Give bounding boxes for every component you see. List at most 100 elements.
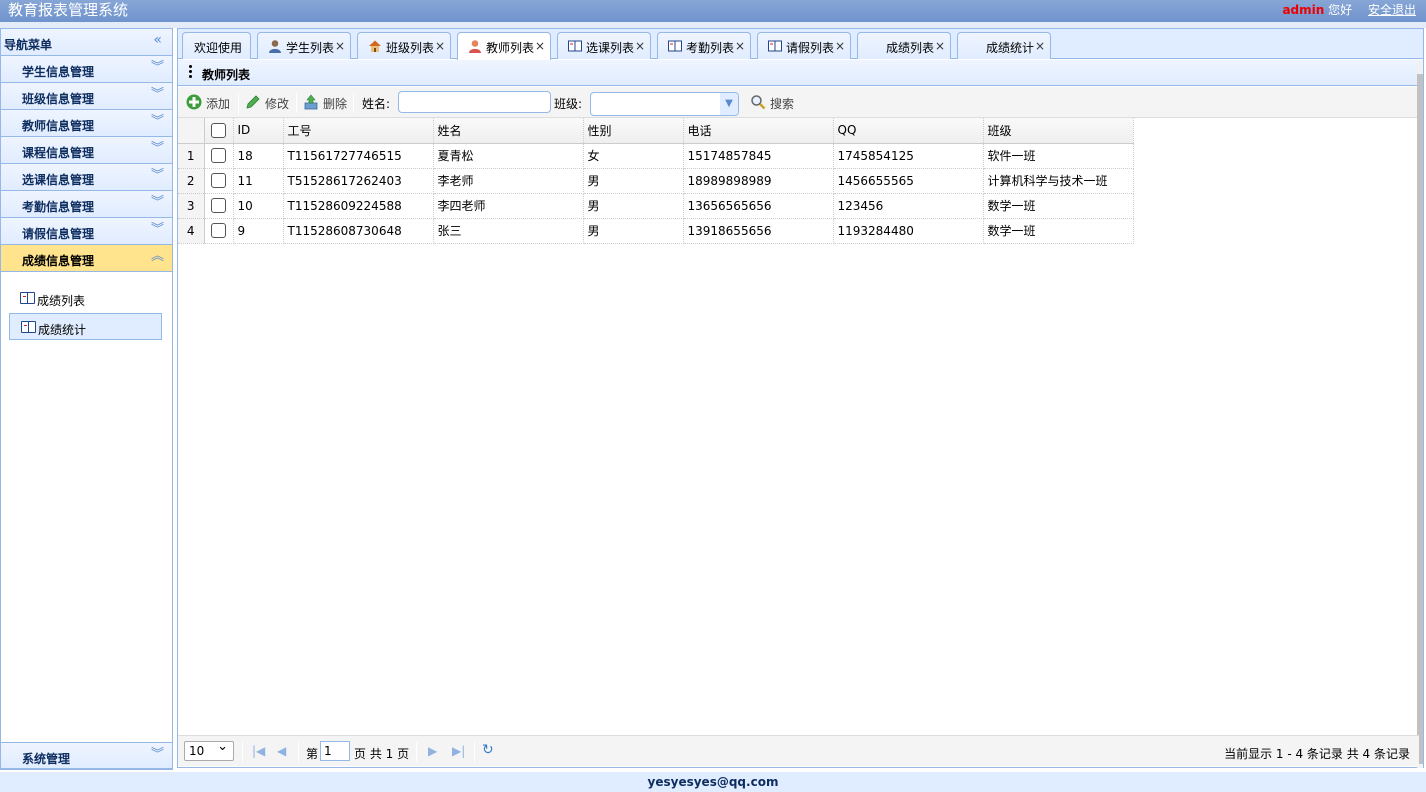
column-header-qq[interactable]: QQ: [833, 118, 984, 144]
close-icon[interactable]: ×: [535, 39, 545, 53]
row-checkbox[interactable]: [211, 198, 226, 213]
tab-label: 学生列表: [286, 41, 335, 55]
cell-name: 夏青松: [433, 143, 584, 169]
tab-label: 成绩列表: [886, 41, 935, 55]
close-icon[interactable]: ×: [435, 39, 445, 53]
cell-phone: 13656565656: [683, 193, 834, 219]
main-area: 欢迎使用 学生列表 × 班级列表 × 教师列表 × 选课列表 × 考勤列表 ×: [177, 28, 1424, 768]
tab-teacher-list[interactable]: 教师列表 ×: [457, 32, 551, 60]
column-header-phone[interactable]: 电话: [683, 118, 834, 144]
next-page-icon[interactable]: ▶: [428, 744, 437, 758]
tab-welcome[interactable]: 欢迎使用: [182, 32, 251, 59]
close-icon[interactable]: ×: [835, 39, 845, 53]
cell-qq: 1456655565: [833, 168, 984, 194]
tab-score-stats[interactable]: 成绩统计 ×: [957, 32, 1051, 59]
tab-leave-list[interactable]: 请假列表 ×: [757, 32, 851, 59]
chevron-down-icon[interactable]: ︾: [151, 169, 164, 182]
menu-selection-info[interactable]: 选课信息管理 ︾: [1, 164, 172, 191]
page-number-input[interactable]: 1: [320, 741, 350, 761]
close-icon[interactable]: ×: [1035, 39, 1045, 53]
tab-attendance-list[interactable]: 考勤列表 ×: [657, 32, 751, 59]
chevron-down-icon[interactable]: ︾: [151, 196, 164, 209]
last-page-icon[interactable]: ▶|: [452, 744, 465, 758]
cell-qq: 123456: [833, 193, 984, 219]
tab-label: 考勤列表: [686, 41, 735, 55]
collapse-nav-icon[interactable]: «: [153, 32, 162, 48]
delete-label: 删除: [323, 97, 348, 111]
close-icon[interactable]: ×: [635, 39, 645, 53]
menu-class-info[interactable]: 班级信息管理 ︾: [1, 83, 172, 110]
tab-score-list[interactable]: 成绩列表 ×: [857, 32, 951, 59]
table-row[interactable]: 3 10 T11528609224588 李四老师 男 13656565656 …: [178, 193, 1134, 219]
row-checkbox[interactable]: [211, 223, 226, 238]
menu-course-info[interactable]: 课程信息管理 ︾: [1, 137, 172, 164]
delete-icon: [304, 94, 318, 110]
sub-item-score-list[interactable]: 成绩列表: [9, 285, 162, 312]
menu-label: 考勤信息管理: [22, 200, 95, 214]
menu-attendance-info[interactable]: 考勤信息管理 ︾: [1, 191, 172, 218]
prev-page-icon[interactable]: ◀: [277, 744, 286, 758]
scrollbar-thumb[interactable]: [1417, 74, 1423, 764]
vertical-scrollbar[interactable]: [1417, 60, 1423, 768]
select-all-checkbox[interactable]: [211, 122, 226, 138]
close-icon[interactable]: ×: [935, 39, 945, 53]
sub-item-score-stats[interactable]: 成绩统计: [9, 313, 162, 340]
menu-label: 请假信息管理: [22, 227, 95, 241]
first-page-icon[interactable]: |◀: [252, 744, 265, 758]
cell-class: 数学一班: [983, 193, 1134, 219]
chevron-down-icon[interactable]: ︾: [151, 115, 164, 128]
cell-qq: 1745854125: [833, 143, 984, 169]
cell-name: 李老师: [433, 168, 584, 194]
chevron-down-icon[interactable]: ︾: [151, 748, 164, 761]
chevron-down-icon[interactable]: ︾: [151, 142, 164, 155]
column-header-name[interactable]: 姓名: [433, 118, 584, 144]
class-filter-select[interactable]: ▼: [590, 92, 739, 116]
cell-id: 18: [233, 143, 284, 169]
cell-staff-no: T11528608730648: [283, 218, 434, 244]
close-icon[interactable]: ×: [735, 39, 745, 53]
tab-class-list[interactable]: 班级列表 ×: [357, 32, 451, 59]
menu-student-info[interactable]: 学生信息管理 ︾: [1, 56, 172, 83]
cell-class: 软件一班: [983, 143, 1134, 169]
page-info: 当前显示 1 - 4 条记录 共 4 条记录: [1224, 747, 1410, 761]
close-icon[interactable]: ×: [335, 39, 345, 53]
chevron-down-icon[interactable]: ︾: [151, 88, 164, 101]
menu-leave-info[interactable]: 请假信息管理 ︾: [1, 218, 172, 245]
chevron-down-icon[interactable]: ︾: [151, 223, 164, 236]
edit-button[interactable]: 修改: [245, 94, 295, 112]
tab-student-list[interactable]: 学生列表 ×: [257, 32, 351, 59]
pagination-bar: 10 |◀ ◀ 第 1 页 共 1 页 ▶ ▶| ↻ 当前显示 1 - 4 条记…: [178, 735, 1419, 766]
table-row[interactable]: 2 11 T51528617262403 李老师 男 18989898989 1…: [178, 168, 1134, 194]
cell-qq: 1193284480: [833, 218, 984, 244]
row-checkbox[interactable]: [211, 148, 226, 163]
book-icon: [21, 321, 36, 333]
menu-teacher-info[interactable]: 教师信息管理 ︾: [1, 110, 172, 137]
greeting: 您好: [1328, 3, 1353, 17]
name-filter-input[interactable]: [398, 91, 551, 113]
refresh-icon[interactable]: ↻: [482, 742, 494, 758]
tab-label: 请假列表: [786, 41, 835, 55]
row-number-header: [178, 118, 205, 144]
chevron-down-icon[interactable]: ▼: [720, 93, 738, 115]
logout-link[interactable]: 安全退出: [1368, 3, 1416, 17]
column-header-staff-no[interactable]: 工号: [283, 118, 434, 144]
search-button[interactable]: 搜索: [750, 94, 800, 112]
table-row[interactable]: 1 18 T11561727746515 夏青松 女 15174857845 1…: [178, 143, 1134, 169]
cell-phone: 13918655656: [683, 218, 834, 244]
row-checkbox[interactable]: [211, 173, 226, 188]
user-icon: [269, 40, 281, 53]
tab-selection-list[interactable]: 选课列表 ×: [557, 32, 651, 59]
chevron-up-icon[interactable]: ︽: [151, 250, 164, 263]
column-header-class[interactable]: 班级: [983, 118, 1134, 144]
menu-score-info[interactable]: 成绩信息管理 ︽: [1, 245, 172, 272]
page-size-select[interactable]: 10: [184, 738, 234, 761]
chevron-down-icon[interactable]: ︾: [151, 61, 164, 74]
cell-id: 9: [233, 218, 284, 244]
footer-text: yesyesyes@qq.com: [647, 775, 779, 789]
menu-system-management[interactable]: 系统管理 ︾: [1, 742, 172, 769]
column-header-id[interactable]: ID: [233, 118, 284, 144]
add-button[interactable]: 添加: [186, 94, 236, 112]
table-row[interactable]: 4 9 T11528608730648 张三 男 13918655656 119…: [178, 218, 1134, 244]
column-header-gender[interactable]: 性别: [583, 118, 684, 144]
delete-button[interactable]: 删除: [303, 94, 353, 112]
